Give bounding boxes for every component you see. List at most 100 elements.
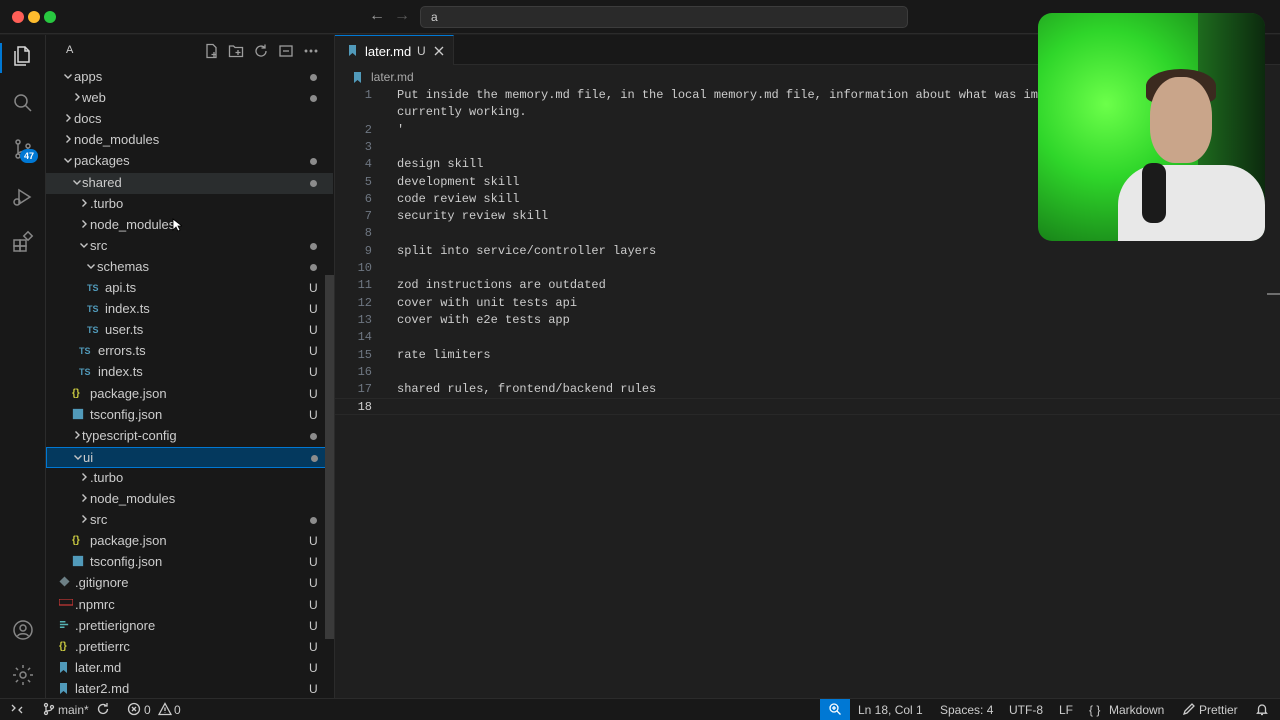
file-row[interactable]: tsconfig.json U: [46, 552, 333, 573]
tree-item-label: node_modules: [90, 216, 176, 232]
typescript-file-icon: TS: [79, 367, 91, 378]
line-text: code review skill: [397, 191, 520, 206]
git-branch-name[interactable]: main*: [58, 703, 89, 717]
file-encoding[interactable]: UTF-8: [1009, 703, 1043, 717]
chevron-down-icon[interactable]: [78, 239, 90, 253]
code-line[interactable]: 9 split into service/controller layers: [335, 243, 1280, 260]
file-row[interactable]: TS index.ts U: [46, 362, 333, 383]
folder-row[interactable]: web: [46, 88, 333, 109]
webcam-person-body: [1118, 165, 1265, 241]
code-line[interactable]: 12 cover with unit tests api: [335, 295, 1280, 312]
chevron-right-icon[interactable]: [62, 133, 74, 147]
code-line[interactable]: 11 zod instructions are outdated: [335, 277, 1280, 294]
warning-count[interactable]: 0: [174, 703, 181, 717]
folder-row[interactable]: apps: [46, 67, 333, 88]
folder-row[interactable]: typescript-config: [46, 426, 333, 447]
json-file-icon: {}: [59, 640, 67, 652]
chevron-down-icon[interactable]: [85, 260, 97, 274]
chevron-right-icon[interactable]: [78, 218, 90, 232]
line-text: shared rules, frontend/backend rules: [397, 382, 657, 397]
folder-row[interactable]: packages: [46, 151, 333, 172]
cursor-position[interactable]: Ln 18, Col 1: [858, 703, 923, 717]
indentation[interactable]: Spaces: 4: [940, 703, 993, 717]
folder-row[interactable]: .turbo: [46, 468, 333, 489]
code-line[interactable]: 17 shared rules, frontend/backend rules: [335, 381, 1280, 398]
explorer-files-icon[interactable]: [11, 44, 35, 68]
chevron-right-icon[interactable]: [78, 513, 90, 527]
file-row[interactable]: .npmrc U: [46, 595, 333, 616]
code-line[interactable]: 13 cover with e2e tests app: [335, 312, 1280, 329]
file-row[interactable]: .prettierignore U: [46, 616, 333, 637]
extensions-icon[interactable]: [11, 230, 35, 254]
chevron-right-icon[interactable]: [78, 492, 90, 506]
untracked-status: U: [309, 639, 318, 654]
chevron-right-icon[interactable]: [78, 197, 90, 211]
minimize-window-button[interactable]: [28, 11, 40, 23]
code-line[interactable]: 15 rate limiters: [335, 347, 1280, 364]
tree-item-label: node_modules: [90, 491, 176, 506]
collapse-all-icon[interactable]: [278, 43, 294, 59]
folder-row[interactable]: .turbo: [46, 194, 333, 215]
maximize-window-button[interactable]: [44, 11, 56, 23]
end-of-line[interactable]: LF: [1059, 703, 1073, 717]
file-row[interactable]: tsconfig.json U: [46, 405, 333, 426]
file-row[interactable]: {} .prettierrc U: [46, 637, 333, 658]
forward-arrow-icon[interactable]: →: [394, 7, 410, 25]
folder-row[interactable]: docs: [46, 109, 333, 130]
file-row[interactable]: TS errors.ts U: [46, 341, 333, 362]
run-debug-icon[interactable]: [11, 185, 35, 209]
code-line[interactable]: 10: [335, 260, 1280, 277]
file-row[interactable]: later.md U: [46, 658, 333, 679]
explorer-sidebar: A apps web docs node_modules packages shared.…: [46, 35, 335, 698]
folder-row[interactable]: node_modules: [46, 489, 333, 510]
file-row[interactable]: later2.md U: [46, 679, 333, 700]
file-row[interactable]: {} package.json U: [46, 384, 333, 405]
file-row[interactable]: {} package.json U: [46, 531, 333, 552]
zoom-button[interactable]: [820, 699, 850, 720]
file-row[interactable]: TS api.ts U: [46, 278, 333, 299]
close-window-button[interactable]: [12, 11, 24, 23]
folder-row[interactable]: ui: [46, 446, 333, 468]
file-row[interactable]: .gitignore U: [46, 573, 333, 594]
command-center-search[interactable]: a: [420, 6, 908, 28]
folder-row[interactable]: src: [46, 510, 333, 531]
file-row[interactable]: TS user.ts U: [46, 320, 333, 341]
line-number: 11: [357, 278, 372, 293]
chevron-down-icon[interactable]: [62, 70, 74, 84]
file-row[interactable]: TS index.ts U: [46, 299, 333, 320]
folder-row[interactable]: schemas: [46, 257, 333, 278]
more-actions-icon[interactable]: [303, 43, 319, 59]
settings-gear-icon[interactable]: [11, 663, 35, 687]
notifications-bell-icon[interactable]: [1255, 702, 1269, 716]
typescript-file-icon: TS: [87, 304, 99, 315]
new-folder-icon[interactable]: [228, 43, 244, 59]
tree-item-label: api.ts: [105, 280, 137, 295]
new-file-icon[interactable]: [204, 43, 220, 59]
webcam-person-face: [1150, 77, 1212, 163]
error-count[interactable]: 0: [144, 703, 151, 717]
tree-item-label: ui: [83, 449, 94, 465]
refresh-icon[interactable]: [253, 43, 269, 59]
code-line[interactable]: 14: [335, 329, 1280, 346]
line-number: 3: [364, 139, 372, 154]
folder-row[interactable]: src: [46, 236, 333, 257]
language-mode[interactable]: Markdown: [1109, 703, 1164, 717]
folder-row[interactable]: node_modules: [46, 215, 333, 236]
untracked-status: U: [309, 555, 318, 570]
sync-icon[interactable]: [96, 702, 110, 716]
chevron-down-icon[interactable]: [62, 154, 74, 168]
account-icon[interactable]: [11, 618, 35, 642]
folder-row[interactable]: shared: [46, 172, 333, 194]
code-line[interactable]: 16: [335, 364, 1280, 381]
folder-row[interactable]: node_modules: [46, 130, 333, 151]
tab-later-md[interactable]: later.md U: [335, 35, 454, 65]
search-icon[interactable]: [11, 91, 35, 115]
sidebar-scrollbar[interactable]: [325, 275, 334, 639]
chevron-right-icon[interactable]: [62, 112, 74, 126]
code-line[interactable]: 18: [335, 398, 1280, 416]
chevron-right-icon[interactable]: [78, 471, 90, 485]
formatter-prettier[interactable]: Prettier: [1199, 703, 1238, 717]
remote-window-icon[interactable]: [10, 702, 24, 716]
close-tab-icon[interactable]: [432, 44, 446, 58]
back-arrow-icon[interactable]: ←: [369, 7, 385, 25]
